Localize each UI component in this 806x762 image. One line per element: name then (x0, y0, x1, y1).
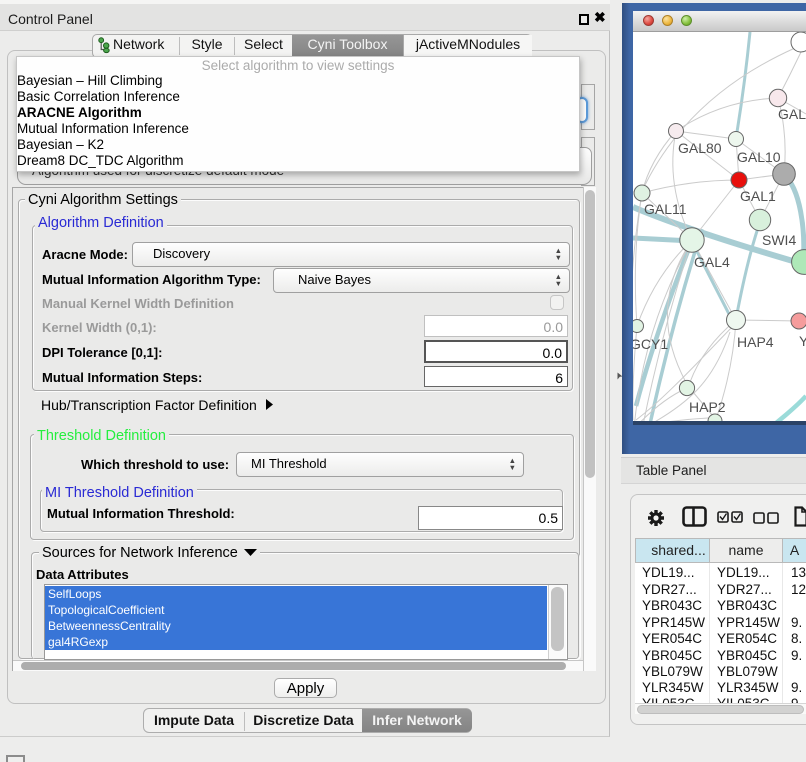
svg-text:HAP2: HAP2 (689, 399, 726, 415)
svg-text:GAL80: GAL80 (678, 140, 722, 156)
svg-text:HAP4: HAP4 (737, 334, 774, 350)
svg-text:SWI4: SWI4 (762, 232, 796, 248)
svg-text:GAL4: GAL4 (694, 254, 730, 270)
svg-text:GAL11: GAL11 (644, 201, 687, 217)
svg-text:GAL1: GAL1 (740, 188, 776, 204)
svg-text:GCY1: GCY1 (633, 336, 668, 352)
svg-text:GAL7: GAL7 (778, 106, 806, 122)
svg-text:GAL10: GAL10 (737, 149, 781, 165)
svg-text:Y: Y (799, 333, 806, 349)
